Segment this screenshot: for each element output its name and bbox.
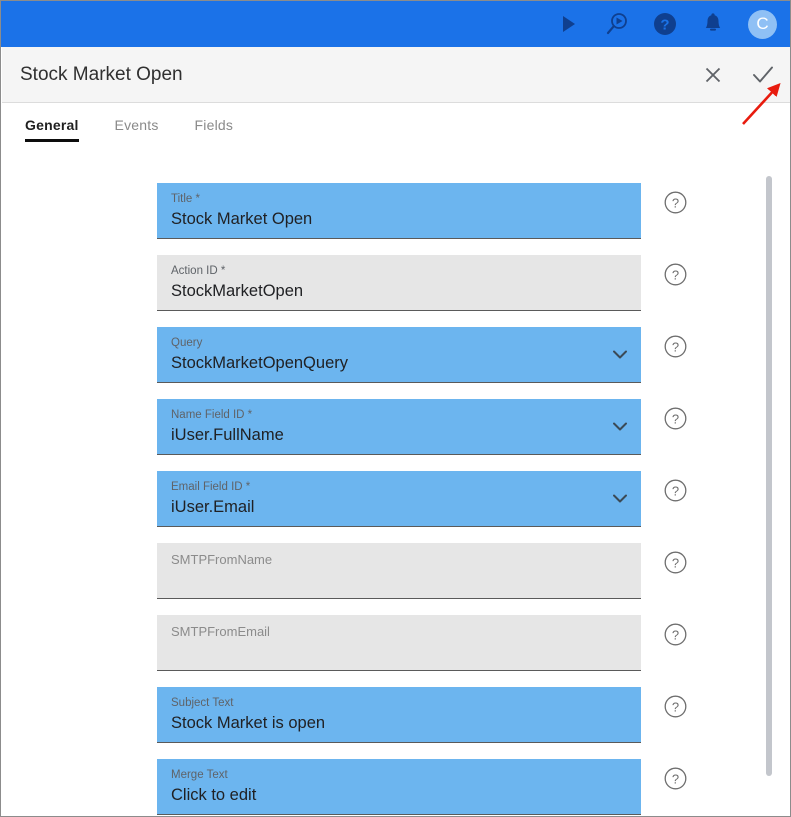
help-icon[interactable]: ? [664, 623, 687, 646]
tab-events-label: Events [114, 117, 159, 133]
query-field[interactable]: Query StockMarketOpenQuery [157, 327, 641, 383]
form-row-email-field-id: Email Field ID * iUser.Email ? [157, 471, 687, 527]
email-field-id-field[interactable]: Email Field ID * iUser.Email [157, 471, 641, 527]
form-row-title: Title * Stock Market Open ? [157, 183, 687, 239]
form-row-smtp-from-email: SMTPFromEmail ? [157, 615, 687, 671]
query-field-label: Query [171, 337, 203, 349]
dialog-title-bar: Stock Market Open [2, 47, 790, 103]
form-row-query: Query StockMarketOpenQuery ? [157, 327, 687, 383]
svg-text:?: ? [660, 17, 669, 34]
svg-text:?: ? [672, 267, 679, 282]
merge-text-label: Merge Text [171, 769, 228, 781]
play-icon[interactable] [556, 11, 582, 37]
svg-text:?: ? [672, 699, 679, 714]
form-row-merge-text: Merge Text Click to edit ? [157, 759, 687, 815]
tab-fields[interactable]: Fields [195, 117, 234, 142]
query-field-value: StockMarketOpenQuery [171, 354, 348, 372]
help-icon[interactable]: ? [664, 767, 687, 790]
chevron-down-icon[interactable] [613, 418, 627, 431]
action-id-field[interactable]: Action ID * StockMarketOpen [157, 255, 641, 311]
scrollbar-thumb[interactable] [766, 176, 772, 776]
name-field-id-field[interactable]: Name Field ID * iUser.FullName [157, 399, 641, 455]
svg-text:?: ? [672, 483, 679, 498]
form-row-subject-text: Subject Text Stock Market is open ? [157, 687, 687, 743]
help-icon[interactable]: ? [664, 263, 687, 286]
svg-text:?: ? [672, 195, 679, 210]
action-id-field-value: StockMarketOpen [171, 282, 304, 300]
subject-text-value: Stock Market is open [171, 714, 326, 732]
application-window: ? C Stock Market Open General Events Fie… [0, 0, 791, 817]
name-field-id-label: Name Field ID * [171, 409, 253, 421]
avatar-initial: C [756, 14, 769, 33]
smtp-from-email-label: SMTPFromEmail [171, 624, 270, 639]
svg-text:?: ? [672, 771, 679, 786]
smtp-from-email-field[interactable]: SMTPFromEmail [157, 615, 641, 671]
dialog-actions [700, 62, 790, 88]
merge-text-value: Click to edit [171, 786, 257, 804]
tab-fields-label: Fields [194, 117, 234, 133]
tab-general-label: General [25, 117, 79, 133]
form-row-name-field-id: Name Field ID * iUser.FullName ? [157, 399, 687, 455]
app-top-bar: ? C [1, 1, 790, 47]
help-icon[interactable]: ? [664, 479, 687, 502]
subject-text-field[interactable]: Subject Text Stock Market is open [157, 687, 641, 743]
svg-text:?: ? [672, 339, 679, 354]
close-icon [705, 67, 721, 82]
merge-text-field[interactable]: Merge Text Click to edit [157, 759, 641, 815]
tab-general[interactable]: General [25, 117, 79, 142]
scrollbar[interactable] [765, 161, 773, 816]
help-icon[interactable]: ? [664, 191, 687, 214]
svg-text:?: ? [672, 411, 679, 426]
svg-text:?: ? [672, 555, 679, 570]
help-circle-icon[interactable]: ? [652, 11, 678, 37]
help-icon[interactable]: ? [664, 551, 687, 574]
tab-bar: General Events Fields [2, 103, 790, 151]
search-preview-icon[interactable] [604, 11, 630, 37]
page-title: Stock Market Open [20, 63, 183, 85]
email-field-id-value: iUser.Email [171, 498, 255, 516]
help-icon[interactable]: ? [664, 407, 687, 430]
chevron-down-icon[interactable] [613, 346, 627, 359]
avatar[interactable]: C [748, 9, 777, 39]
svg-text:?: ? [672, 627, 679, 642]
subject-text-label: Subject Text [171, 697, 234, 709]
close-button[interactable] [700, 62, 726, 88]
help-icon[interactable]: ? [664, 335, 687, 358]
bell-icon[interactable] [700, 11, 726, 37]
title-field-value: Stock Market Open [171, 210, 313, 228]
action-id-field-label: Action ID * [171, 265, 226, 277]
smtp-from-name-field[interactable]: SMTPFromName [157, 543, 641, 599]
checkmark-icon [753, 66, 773, 82]
name-field-id-value: iUser.FullName [171, 426, 284, 444]
email-field-id-label: Email Field ID * [171, 481, 251, 493]
confirm-button[interactable] [750, 62, 776, 88]
app-bar-icon-group: ? C [556, 9, 777, 39]
chevron-down-icon[interactable] [613, 490, 627, 503]
title-field-label: Title * [171, 193, 200, 205]
tab-events[interactable]: Events [115, 117, 159, 142]
title-field[interactable]: Title * Stock Market Open [157, 183, 641, 239]
form-row-action-id: Action ID * StockMarketOpen ? [157, 255, 687, 311]
form-panel: Title * Stock Market Open ? Action ID * … [2, 161, 790, 816]
form-row-smtp-from-name: SMTPFromName ? [157, 543, 687, 599]
smtp-from-name-label: SMTPFromName [171, 552, 273, 567]
help-icon[interactable]: ? [664, 695, 687, 718]
